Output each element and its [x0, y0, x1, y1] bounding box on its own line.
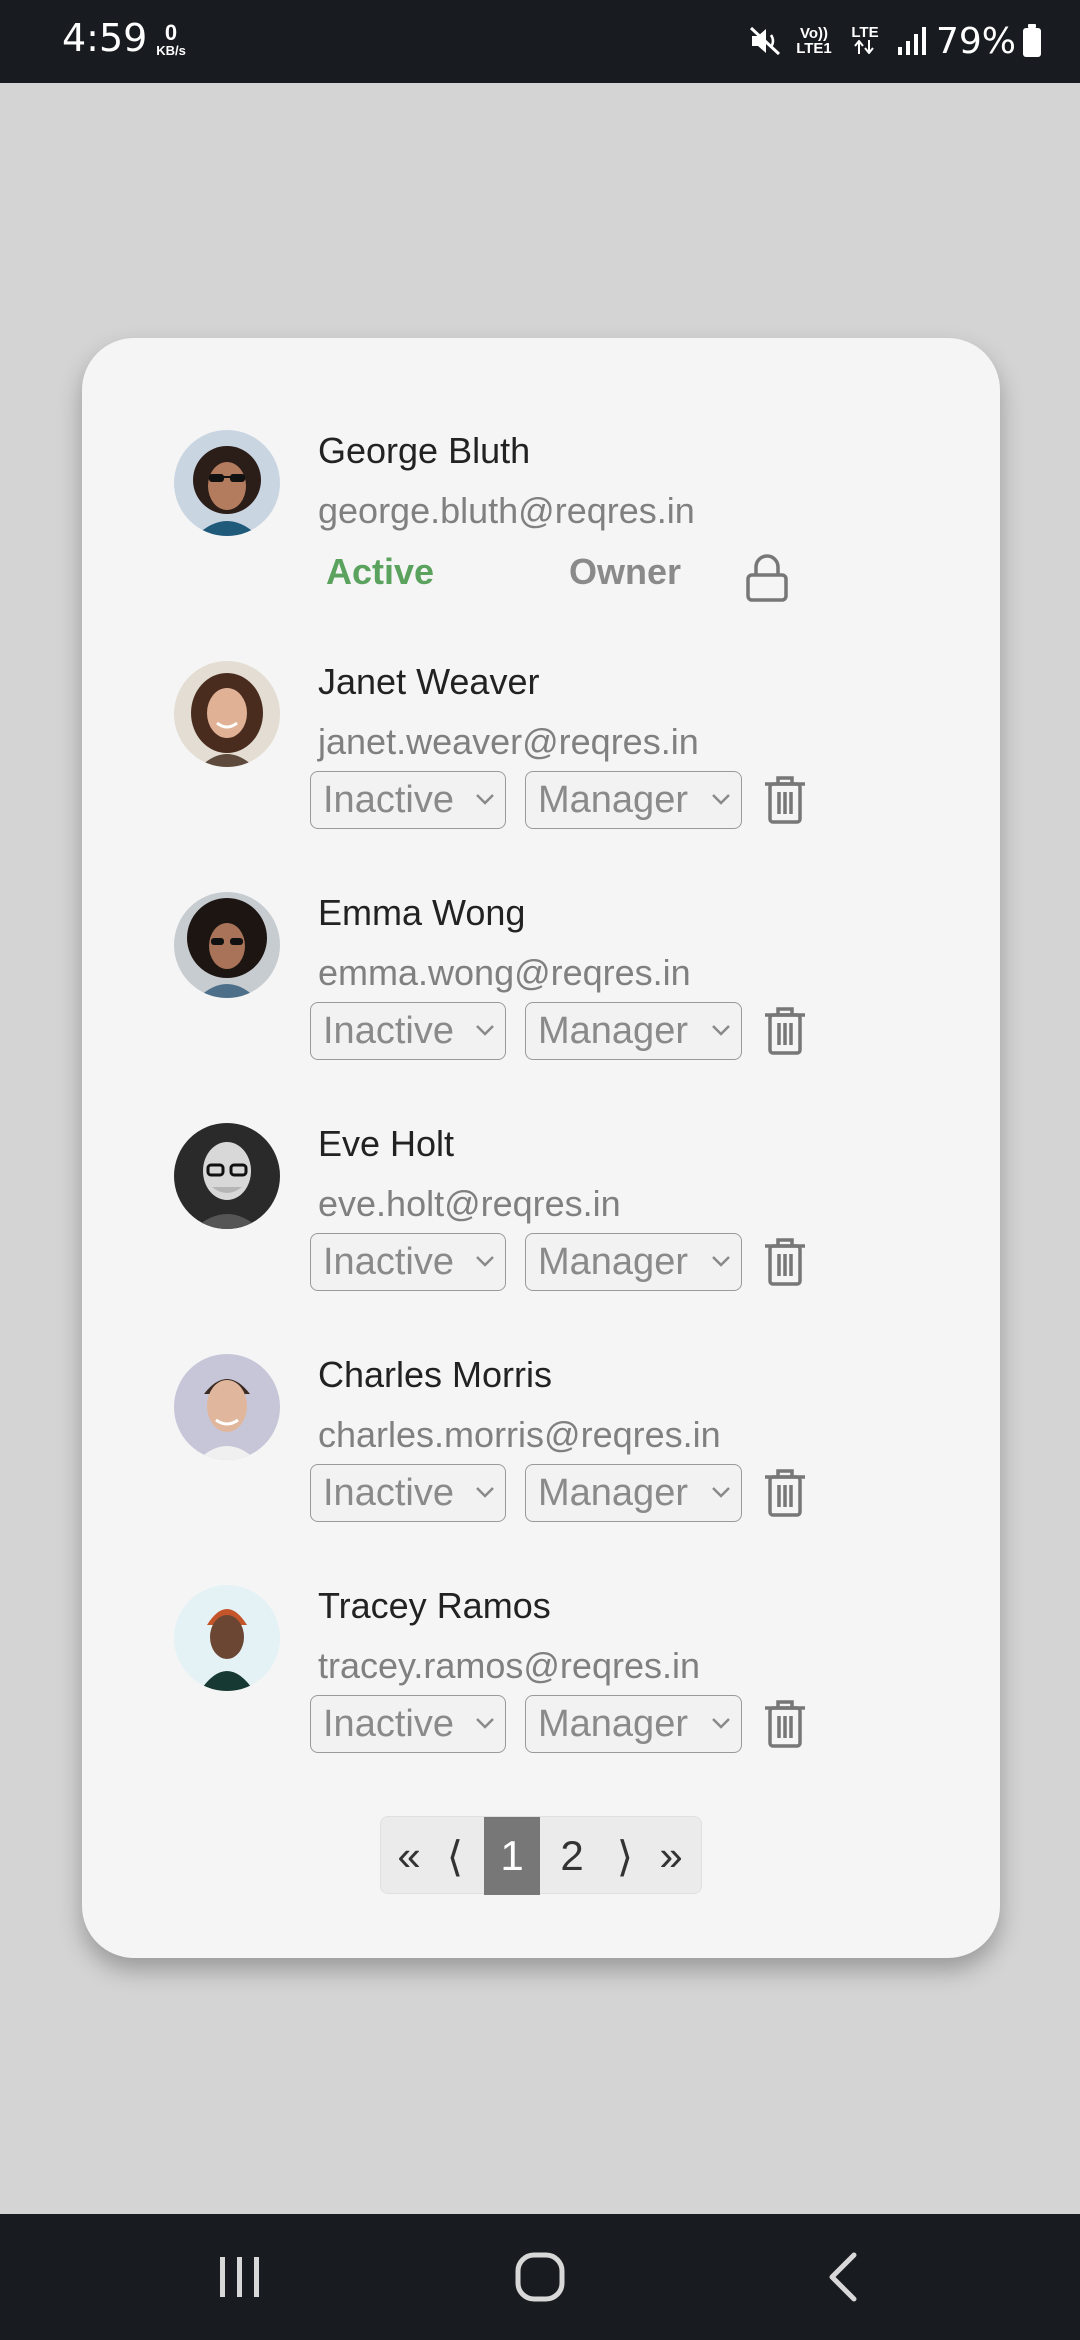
avatar[interactable] — [174, 1354, 280, 1460]
chevron-down-icon — [476, 1718, 494, 1729]
signal-icon — [897, 27, 926, 55]
user-email: emma.wong@reqres.in — [318, 952, 691, 993]
recent-apps-icon — [220, 2257, 259, 2297]
user-name: Charles Morris — [318, 1354, 553, 1395]
data-rate: 0 KB/s — [156, 20, 186, 58]
prev-page-button[interactable]: ⟨ — [437, 1817, 473, 1895]
battery-percent: 79% — [935, 20, 1016, 62]
user-email: george.bluth@reqres.in — [318, 490, 695, 531]
back-button[interactable] — [808, 2214, 878, 2340]
user-name: Tracey Ramos — [318, 1585, 551, 1626]
avatar[interactable] — [174, 1123, 280, 1229]
status-select[interactable]: Inactive — [310, 1695, 506, 1753]
avatar[interactable] — [174, 661, 280, 767]
first-page-button[interactable]: « — [389, 1817, 429, 1895]
status-time: 4:59 — [62, 16, 148, 60]
next-page-button[interactable]: ⟩ — [607, 1817, 643, 1895]
trash-icon[interactable] — [763, 1699, 807, 1749]
list-item: Charles Morris charles.morris@reqres.in … — [82, 1262, 1000, 1522]
status-bar: 4:59 0 KB/s Vo)) LTE1 LTE 79% — [0, 0, 1080, 83]
home-button[interactable] — [505, 2214, 575, 2340]
status-icons: Vo)) LTE1 LTE 79% — [748, 18, 1042, 64]
data-arrows-icon — [854, 39, 874, 55]
lte-indicator: LTE — [848, 25, 882, 57]
pagination: « ⟨ 1 2 ⟩ » — [380, 1816, 702, 1895]
page-2-button[interactable]: 2 — [544, 1817, 600, 1895]
user-list-card: George Bluth george.bluth@reqres.in Acti… — [82, 338, 1000, 1958]
avatar[interactable] — [174, 1585, 280, 1691]
user-email: charles.morris@reqres.in — [318, 1414, 721, 1455]
list-item: Eve Holt eve.holt@reqres.in Inactive Man… — [82, 1031, 1000, 1291]
user-name: Emma Wong — [318, 892, 526, 933]
user-name: Janet Weaver — [318, 661, 540, 702]
volte-indicator: Vo)) LTE1 — [796, 25, 832, 57]
avatar[interactable] — [174, 430, 280, 536]
avatar[interactable] — [174, 892, 280, 998]
chevron-down-icon — [712, 1718, 730, 1729]
user-email: janet.weaver@reqres.in — [318, 721, 699, 762]
list-item: Janet Weaver janet.weaver@reqres.in Inac… — [82, 569, 1000, 829]
home-icon — [515, 2252, 565, 2302]
user-email: eve.holt@reqres.in — [318, 1183, 621, 1224]
user-name: George Bluth — [318, 430, 531, 471]
page-1-button[interactable]: 1 — [484, 1817, 540, 1895]
list-item: Emma Wong emma.wong@reqres.in Inactive M… — [82, 800, 1000, 1060]
battery-icon — [1023, 24, 1041, 57]
user-email: tracey.ramos@reqres.in — [318, 1645, 700, 1686]
list-item: George Bluth george.bluth@reqres.in Acti… — [82, 338, 1000, 602]
recent-apps-button[interactable] — [205, 2214, 275, 2340]
user-name: Eve Holt — [318, 1123, 455, 1164]
system-nav-bar — [0, 2214, 1080, 2340]
list-item: Tracey Ramos tracey.ramos@reqres.in Inac… — [82, 1493, 1000, 1753]
mute-icon — [749, 26, 781, 56]
role-select[interactable]: Manager — [525, 1695, 742, 1753]
back-icon — [829, 2252, 857, 2302]
last-page-button[interactable]: » — [651, 1817, 691, 1895]
